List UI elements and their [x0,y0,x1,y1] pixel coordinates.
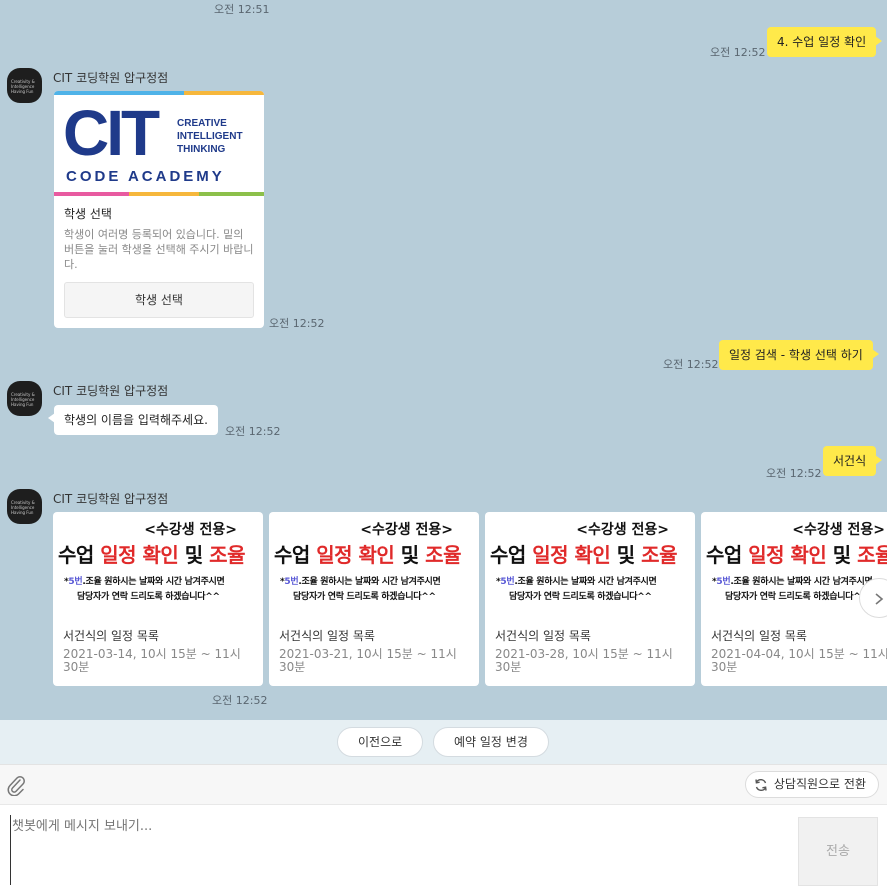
logo-cit-text: CIT [63,97,160,169]
logo-code-academy: CODE ACADEMY [66,168,225,185]
student-select-button[interactable]: 학생 선택 [64,282,254,318]
timestamp: 오전 12:52 [766,467,822,480]
banner-note-line-2: 담당자가 연락 드리도록 하겠습니다^^ [725,592,868,602]
bot-message: 학생의 이름을 입력해주세요. [48,405,218,435]
banner-headline: 수업 일정 확인 및 조율 [58,543,245,567]
change-reservation-button[interactable]: 예약 일정 변경 [433,727,549,757]
chevron-right-icon [875,593,884,605]
student-select-card: CIT CREATIVE INTELLIGENT THINKING CODE A… [54,91,264,328]
switch-label: 상담직원으로 전환 [773,777,866,791]
quick-reply-bar: 이전으로 예약 일정 변경 [0,720,887,764]
banner-headline: 수업 일정 확인 및 조율 [706,543,887,567]
banner-for-students: <수강생 전용> [360,522,453,538]
user-message: 일정 검색 - 학생 선택 하기 [719,340,879,370]
input-toolbar: 상담직원으로 전환 [0,764,887,804]
logo-line-3: THINKING [177,144,226,155]
sender-name: CIT 코딩학원 압구정점 [53,492,169,506]
schedule-card[interactable]: <수강생 전용> 수업 일정 확인 및 조율 *5번.조율 원하시는 날짜와 시간 … [53,512,263,686]
card-title: 학생 선택 [64,207,112,221]
schedule-title: 서건식의 일정 목록 [63,629,159,643]
schedule-date: 2021-03-28, 10시 15분 ~ 11시 30분 [495,647,673,674]
banner-note-line-2: 담당자가 연락 드리도록 하겠습니다^^ [509,592,652,602]
logo-line-2: INTELLIGENT [177,131,243,142]
back-button[interactable]: 이전으로 [337,727,424,757]
banner-note-line-1: *5번.조율 원하시는 날짜와 시간 남겨주시면 [64,577,225,587]
schedule-date: 2021-03-21, 10시 15분 ~ 11시 30분 [279,647,457,674]
banner-for-students: <수강생 전용> [792,522,885,538]
card-description: 학생이 여러명 등록되어 있습니다. 밑의 버튼을 눌러 학생을 선택해 주시기… [64,228,254,271]
timestamp: 오전 12:52 [710,46,766,59]
banner-headline: 수업 일정 확인 및 조율 [490,543,677,567]
bot-avatar[interactable]: Creativity & Intelligence Having Fun [7,381,42,416]
switch-to-agent-button[interactable]: 상담직원으로 전환 [744,771,879,798]
timestamp: 오전 12:52 [212,694,268,707]
sender-name: CIT 코딩학원 압구정점 [53,71,169,85]
schedule-date: 2021-04-04, 10시 15분 ~ 11시 30분 [711,647,887,674]
send-button[interactable]: 전송 [798,817,878,886]
schedule-card[interactable]: <수강생 전용> 수업 일정 확인 및 조율 *5번.조율 원하시는 날짜와 시간 … [269,512,479,686]
timestamp: 오전 12:51 [214,3,270,16]
sender-name: CIT 코딩학원 압구정점 [53,384,169,398]
schedule-banner: <수강생 전용> 수업 일정 확인 및 조율 *5번.조율 원하시는 날짜와 시간 … [53,512,263,612]
banner-for-students: <수강생 전용> [576,522,669,538]
banner-headline: 수업 일정 확인 및 조율 [274,543,461,567]
schedule-title: 서건식의 일정 목록 [279,629,375,643]
schedule-card[interactable]: <수강생 전용> 수업 일정 확인 및 조율 *5번.조율 원하시는 날짜와 시간 … [485,512,695,686]
banner-note-line-2: 담당자가 연락 드리도록 하겠습니다^^ [77,592,220,602]
banner-note-line-1: *5번.조율 원하시는 날짜와 시간 남겨주시면 [712,577,873,587]
bot-avatar[interactable]: Creativity & Intelligence Having Fun [7,68,42,103]
paperclip-icon[interactable] [6,774,26,796]
user-message: 서건식 [823,446,883,476]
banner-note-line-1: *5번.조율 원하시는 날짜와 시간 남겨주시면 [496,577,657,587]
timestamp: 오전 12:52 [663,358,719,371]
message-input-area: 전송 [0,804,887,893]
logo-line-1: CREATIVE [177,118,227,129]
schedule-title: 서건식의 일정 목록 [711,629,807,643]
banner-for-students: <수강생 전용> [144,522,237,538]
user-message: 4. 수업 일정 확인 [767,27,883,57]
timestamp: 오전 12:52 [269,317,325,330]
banner-note-line-1: *5번.조율 원하시는 날짜와 시간 남겨주시면 [280,577,441,587]
schedule-title: 서건식의 일정 목록 [495,629,591,643]
banner-note-line-2: 담당자가 연락 드리도록 하겠습니다^^ [293,592,436,602]
chat-area[interactable]: 오전 12:51 오전 12:52 4. 수업 일정 확인 Creativity… [0,0,887,720]
timestamp: 오전 12:52 [225,425,281,438]
message-input[interactable] [10,815,790,885]
bot-avatar[interactable]: Creativity & Intelligence Having Fun [7,489,42,524]
refresh-icon [755,779,767,791]
cit-logo: CIT CREATIVE INTELLIGENT THINKING CODE A… [54,91,264,196]
schedule-banner: <수강생 전용> 수업 일정 확인 및 조율 *5번.조율 원하시는 날짜와 시간 … [485,512,695,612]
schedule-date: 2021-03-14, 10시 15분 ~ 11시 30분 [63,647,241,674]
schedule-banner: <수강생 전용> 수업 일정 확인 및 조율 *5번.조율 원하시는 날짜와 시간 … [269,512,479,612]
